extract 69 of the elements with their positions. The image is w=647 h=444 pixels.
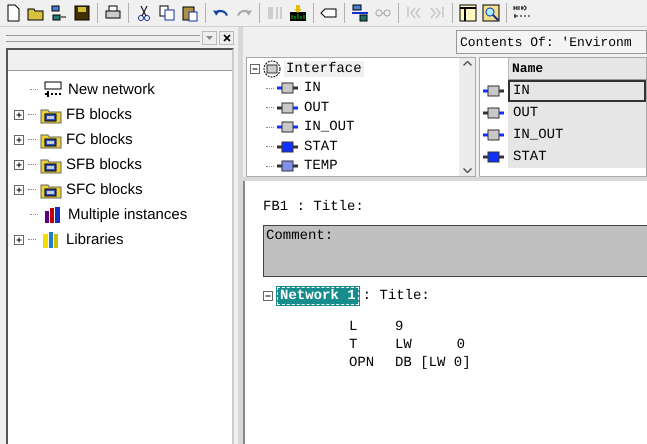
toolbar-button[interactable] (349, 2, 371, 24)
dropdown-icon (206, 36, 213, 40)
parameter-icon (483, 107, 505, 119)
contents-header: Contents Of: 'Environm (456, 30, 647, 54)
collapse-icon[interactable] (250, 64, 260, 74)
operand: 9 (395, 319, 404, 335)
parameter-icon (277, 102, 299, 114)
table-cell[interactable]: OUT (508, 102, 646, 124)
table-cell[interactable]: IN_OUT (508, 124, 646, 146)
expand-icon[interactable] (14, 160, 24, 170)
operand: 0 (456, 337, 465, 353)
tree-item[interactable]: TEMP (302, 158, 340, 174)
network-icon (50, 4, 68, 22)
toolbar-button[interactable] (287, 2, 309, 24)
tree-item[interactable]: STAT (302, 138, 340, 155)
tree-item[interactable]: OUT (302, 100, 332, 116)
parameter-icon (483, 85, 505, 97)
download-icon (289, 4, 307, 22)
paste-icon (181, 4, 199, 22)
expand-icon[interactable] (14, 134, 24, 144)
close-button[interactable] (219, 31, 234, 45)
parameter-icon (483, 151, 505, 163)
parameter-icon (277, 140, 299, 153)
copy-icon (158, 4, 176, 22)
table-cell[interactable]: STAT (508, 146, 646, 168)
zoom-icon (482, 4, 500, 22)
tree-item[interactable]: New network (68, 81, 155, 98)
panel-icon (459, 4, 477, 22)
instruction: OPN (349, 355, 376, 371)
network-label[interactable]: Network 1 (277, 287, 359, 305)
cut-icon (135, 4, 153, 22)
parameter-icon (277, 160, 299, 172)
interface-icon (263, 60, 281, 78)
network-block-icon (42, 80, 64, 98)
scroll-up-icon[interactable] (462, 61, 472, 66)
block-title: FB1 : Title: (263, 199, 365, 215)
comment-field[interactable]: Comment: (263, 225, 647, 277)
collapse-icon[interactable] (263, 291, 273, 301)
tree-item[interactable]: FC blocks (66, 131, 133, 148)
table-cell[interactable]: IN (508, 80, 646, 102)
column-header: Name (508, 58, 646, 80)
instruction: T (349, 337, 358, 353)
glasses-icon (375, 9, 391, 17)
close-icon (222, 34, 230, 42)
network-title: : Title: (362, 288, 430, 304)
tree-item[interactable]: Interface (284, 60, 364, 77)
tree-item[interactable]: SFC blocks (66, 181, 143, 198)
instruction: L (349, 319, 358, 335)
redo-icon (236, 8, 252, 18)
toolbar-button[interactable] (457, 2, 479, 24)
scroll-down-icon[interactable] (462, 168, 472, 173)
compare-icon (266, 4, 284, 22)
parameter-icon (277, 82, 299, 94)
tree-item[interactable]: IN_OUT (302, 119, 356, 136)
tree-item[interactable]: Libraries (66, 231, 124, 248)
tree-item[interactable]: IN (302, 80, 323, 96)
expand-icon[interactable] (14, 110, 24, 120)
save-icon (73, 4, 91, 22)
toolbar-button[interactable] (480, 2, 502, 24)
undo-icon (213, 8, 229, 18)
parameter-icon (277, 121, 299, 134)
tree-item[interactable]: FB blocks (66, 106, 132, 123)
tree-item[interactable]: Multiple instances (68, 206, 188, 223)
expand-icon[interactable] (14, 184, 24, 194)
parameter-icon (483, 129, 505, 141)
tree-item[interactable]: SFB blocks (66, 156, 142, 173)
expand-icon[interactable] (14, 234, 24, 244)
operand: LW (395, 337, 413, 353)
station-icon (351, 4, 369, 22)
